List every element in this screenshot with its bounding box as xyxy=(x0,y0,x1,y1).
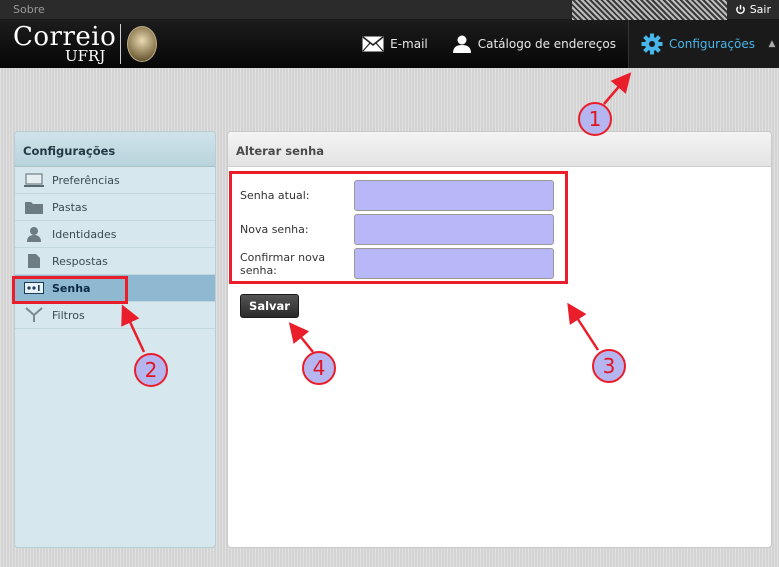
sidebar-item-preferences[interactable]: Preferências xyxy=(15,167,215,194)
sidebar-item-filters[interactable]: Filtros xyxy=(15,302,215,329)
logo-text: Correio UFRJ xyxy=(13,24,116,64)
sidebar-item-label: Filtros xyxy=(52,308,85,322)
sidebar-item-label: Identidades xyxy=(52,227,117,241)
nav-settings[interactable]: Configurações xyxy=(628,20,765,68)
app-header: Correio UFRJ E-mail Catálogo de endereço… xyxy=(0,20,779,68)
logo-divider xyxy=(120,24,122,64)
nav-scroll-arrow-icon[interactable]: ▲ xyxy=(765,20,779,68)
sidebar-item-identities[interactable]: Identidades xyxy=(15,221,215,248)
arrow-1 xyxy=(603,72,632,105)
sidebar-item-label: Pastas xyxy=(52,200,88,214)
nav-address-book-label: Catálogo de endereços xyxy=(477,37,617,51)
about-link[interactable]: Sobre xyxy=(13,3,45,16)
sidebar-item-folders[interactable]: Pastas xyxy=(15,194,215,221)
person-icon xyxy=(452,35,472,53)
annotation-badge-1: 1 xyxy=(578,102,612,136)
settings-sidebar: Configurações Preferências Pastas Identi… xyxy=(14,131,216,548)
annotation-badge-2: 2 xyxy=(134,353,168,387)
sidebar-item-responses[interactable]: Respostas xyxy=(15,248,215,275)
save-button[interactable]: Salvar xyxy=(240,294,299,318)
envelope-icon xyxy=(362,36,384,52)
main-nav: E-mail Catálogo de endereços Configuraçõ… xyxy=(350,20,779,68)
nav-address-book[interactable]: Catálogo de endereços xyxy=(440,20,628,68)
nav-settings-label: Configurações xyxy=(669,37,755,51)
hatch-decoration xyxy=(572,0,727,20)
gear-icon xyxy=(641,33,663,55)
panel-title: Alterar senha xyxy=(228,132,771,167)
annotation-box-senha xyxy=(12,276,128,304)
sidebar-item-label: Preferências xyxy=(52,173,120,187)
annotation-box-form xyxy=(229,171,568,284)
filter-icon xyxy=(24,307,44,323)
annotation-badge-3: 3 xyxy=(592,349,626,383)
nav-email-label: E-mail xyxy=(390,37,428,51)
identity-icon xyxy=(24,226,44,242)
sidebar-title: Configurações xyxy=(15,132,215,167)
sidebar-item-label: Respostas xyxy=(52,254,108,268)
monitor-icon xyxy=(24,172,44,188)
logout-button[interactable]: Sair xyxy=(735,3,771,16)
nav-email[interactable]: E-mail xyxy=(350,20,440,68)
university-seal-icon xyxy=(127,26,158,62)
folder-icon xyxy=(24,199,44,215)
logo[interactable]: Correio UFRJ xyxy=(13,22,158,66)
logout-label: Sair xyxy=(749,3,771,16)
document-icon xyxy=(24,253,44,269)
annotation-badge-4: 4 xyxy=(302,351,336,385)
top-bar: Sobre Sair xyxy=(0,0,779,20)
power-icon xyxy=(735,4,746,15)
